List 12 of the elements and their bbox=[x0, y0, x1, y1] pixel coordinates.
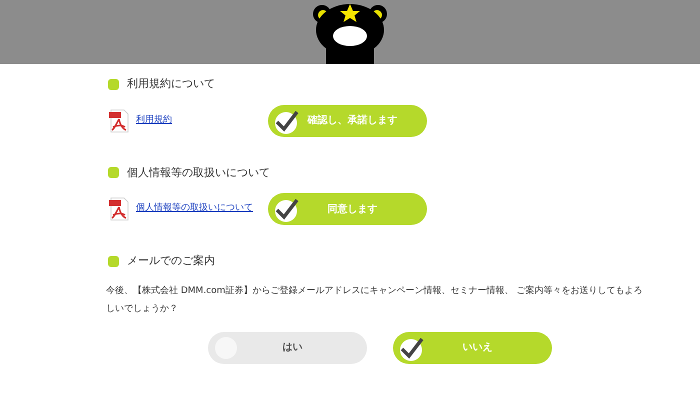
bullet-icon bbox=[108, 256, 119, 267]
section-heading: 個人情報等の取扱いについて bbox=[127, 164, 270, 180]
question-text: 今後、【株式会社 DMM.com証券】からご登録メールアドレスにキャンペーン情報、セミナー情報、 ご案内等々をお送りしてもよろしいでしょうか？ bbox=[106, 284, 644, 316]
document-link[interactable]: 個人情報等の取扱いについて bbox=[136, 202, 253, 216]
pdf-file-icon bbox=[108, 108, 130, 132]
section-heading: メールでのご案内 bbox=[127, 253, 215, 269]
document-link[interactable]: 利用規約 bbox=[136, 114, 172, 128]
section-heading: 利用規約について bbox=[127, 76, 215, 92]
bullet-icon bbox=[108, 78, 119, 90]
pdf-file-icon bbox=[108, 197, 130, 221]
bullet-icon bbox=[108, 167, 119, 178]
choice-button[interactable]: はい bbox=[208, 332, 367, 364]
